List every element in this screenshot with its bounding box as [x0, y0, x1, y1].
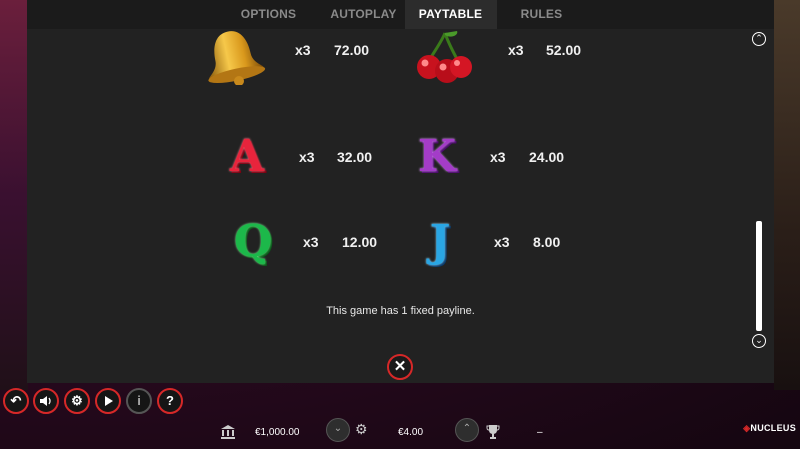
back-arrow-icon[interactable]: ↶ — [3, 388, 29, 414]
bell-multiplier: x3 — [295, 42, 311, 58]
payline-note: This game has 1 fixed payline. — [326, 305, 475, 317]
scroll-thumb[interactable] — [756, 221, 762, 331]
paytable-panel: OPTIONS AUTOPLAY PAYTABLE RULES x3 72.00… — [27, 0, 774, 383]
brand-label: NUCLEUS — [750, 423, 796, 433]
cherries-multiplier: x3 — [508, 42, 524, 58]
k-payout: 24.00 — [529, 149, 565, 165]
close-bar: ✕ — [27, 351, 774, 383]
bank-icon — [220, 424, 236, 440]
bet-increase-icon[interactable]: ⌃ — [455, 418, 479, 442]
tab-autoplay[interactable]: AUTOPLAY — [323, 0, 405, 29]
tab-rules[interactable]: RULES — [497, 0, 587, 29]
bell-icon — [197, 29, 269, 86]
tab-options[interactable]: OPTIONS — [215, 0, 323, 29]
tab-paytable[interactable]: PAYTABLE — [404, 0, 497, 29]
balance-value: €1,000.00 — [255, 427, 300, 438]
letter-k-icon: K — [417, 131, 457, 182]
j-multiplier: x3 — [494, 234, 510, 250]
bet-value: €4.00 — [398, 427, 424, 438]
cherries-payout: 52.00 — [546, 42, 582, 58]
bet-decrease-icon[interactable]: ⌄ — [326, 418, 350, 442]
close-icon[interactable]: ✕ — [387, 354, 413, 380]
game-toolbar: ↶ ⚙ i ? €1,000.00 ⌄ ⚙ €4.00 ⌃ – ◈NUCLEUS — [0, 383, 800, 449]
info-icon[interactable]: i — [126, 388, 152, 414]
question-icon[interactable]: ? — [157, 388, 183, 414]
j-payout: 8.00 — [533, 234, 561, 250]
bell-payout: 72.00 — [334, 42, 370, 58]
a-payout: 32.00 — [337, 149, 373, 165]
gear-icon[interactable]: ⚙ — [64, 388, 90, 414]
play-icon[interactable] — [95, 388, 121, 414]
scroll-track[interactable] — [756, 51, 762, 331]
letter-a-icon: A — [229, 131, 265, 182]
letter-q-icon: Q — [233, 216, 273, 267]
speaker-icon[interactable] — [33, 388, 59, 414]
bet-settings-icon[interactable]: ⚙ — [355, 421, 368, 438]
scroll-down-icon[interactable]: ⌄ — [752, 334, 766, 348]
background-left-decoration — [0, 0, 28, 390]
paytable-content: x3 72.00 x3 52.00 A x3 32.00 K x3 24.00 — [27, 29, 774, 351]
k-multiplier: x3 — [490, 149, 506, 165]
q-multiplier: x3 — [303, 234, 319, 250]
win-value: – — [537, 427, 543, 438]
a-multiplier: x3 — [299, 149, 315, 165]
letter-j-icon: J — [429, 216, 451, 267]
cherries-icon — [411, 29, 477, 85]
q-payout: 12.00 — [342, 234, 378, 250]
trophy-icon — [486, 424, 502, 440]
scrollbar[interactable]: ⌃ ⌄ — [752, 29, 766, 351]
scroll-up-icon[interactable]: ⌃ — [752, 32, 766, 46]
tab-bar: OPTIONS AUTOPLAY PAYTABLE RULES — [27, 0, 774, 29]
background-right-decoration — [774, 0, 800, 390]
nucleus-logo: ◈NUCLEUS — [743, 423, 796, 434]
